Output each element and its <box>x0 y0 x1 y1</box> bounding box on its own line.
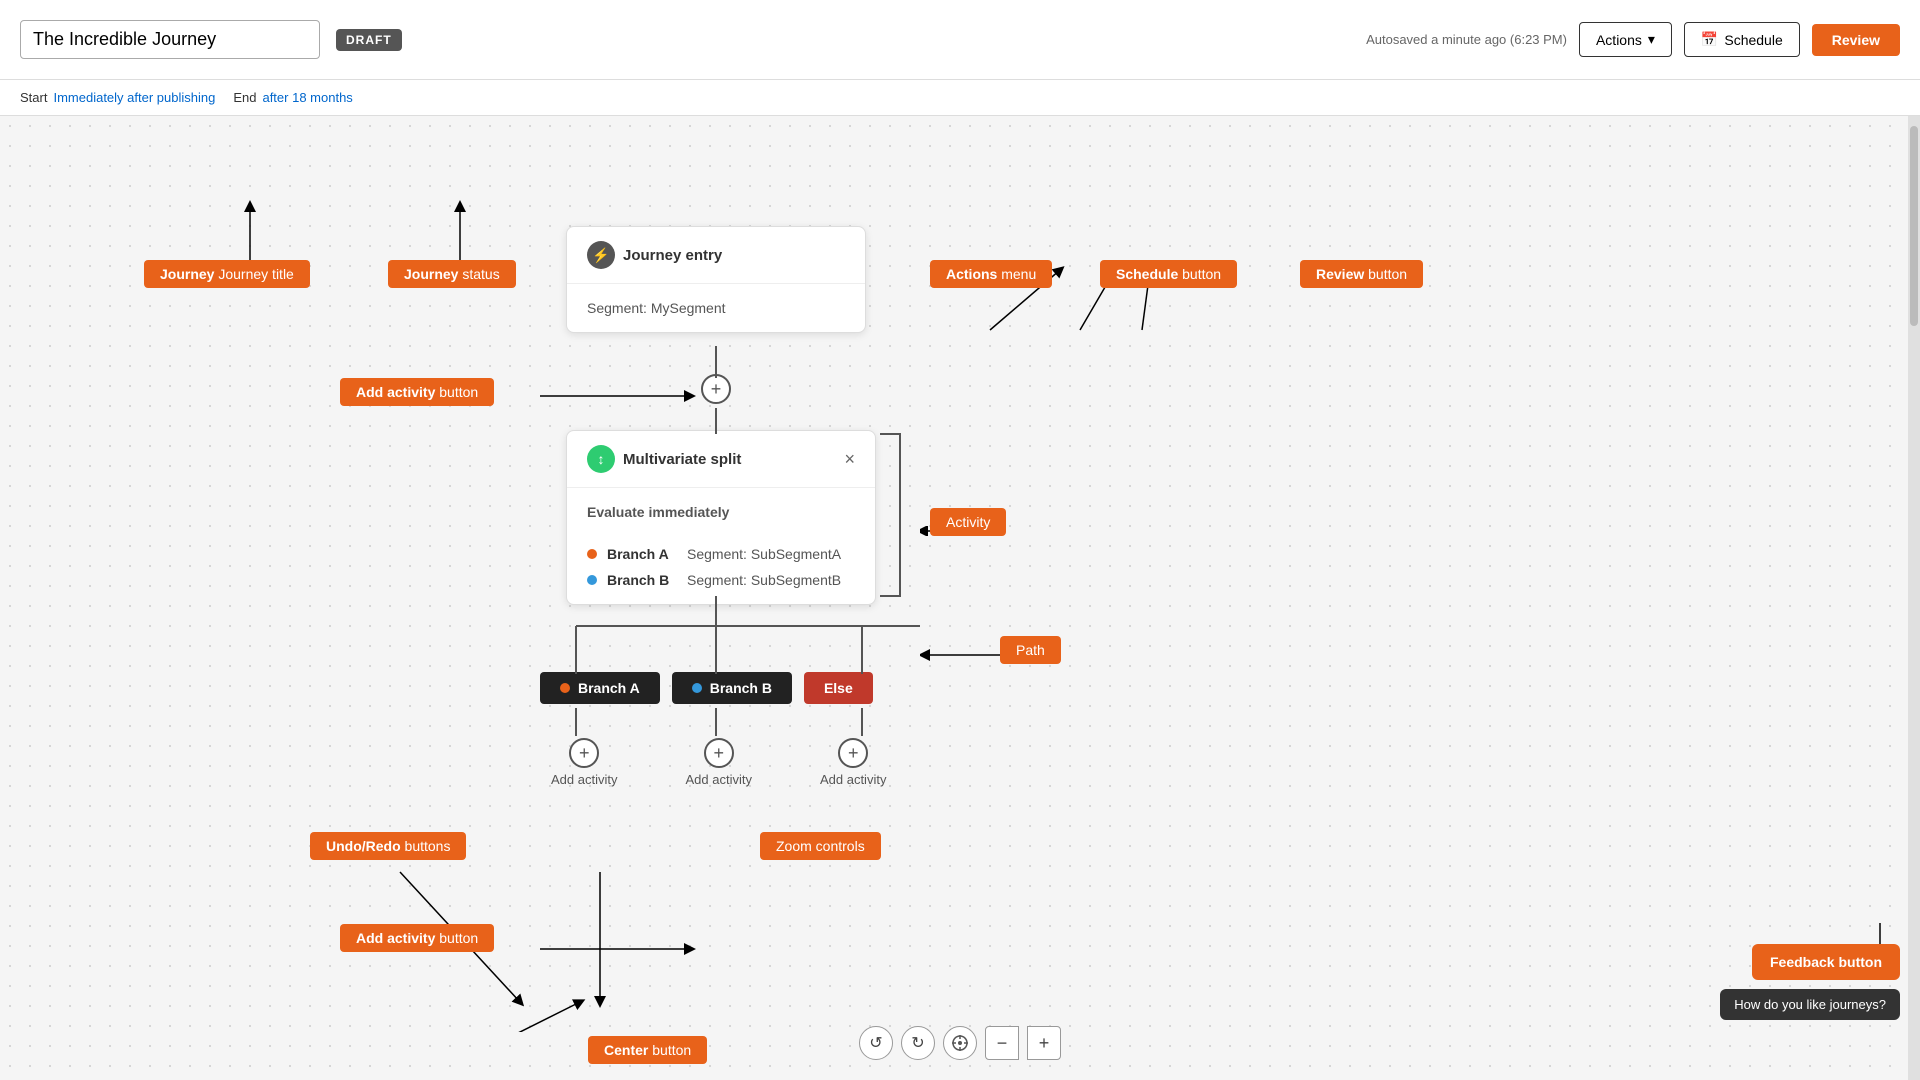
annotation-actions-menu: Actions menu <box>930 260 1052 288</box>
branch-b-dot <box>587 575 597 585</box>
journey-entry-segment: Segment: MySegment <box>587 300 726 316</box>
bottom-controls: ↺ ↻ − + <box>859 1026 1061 1060</box>
top-bar-right: Autosaved a minute ago (6:23 PM) Actions… <box>1366 22 1900 57</box>
branch-a-tag-label: Branch A <box>578 680 640 696</box>
add-activity-columns: + Add activity + Add activity + Add acti… <box>551 738 886 787</box>
add-activity-label-b: Add activity <box>685 772 751 787</box>
branch-b-segment: Segment: SubSegmentB <box>687 572 841 588</box>
branch-a-item: Branch A Segment: SubSegmentA <box>587 546 855 562</box>
feedback-button[interactable]: Feedback button <box>1752 944 1900 980</box>
annotation-path: Path <box>1000 636 1061 664</box>
zoom-minus-button[interactable]: − <box>985 1026 1019 1060</box>
branch-a-tag-dot <box>560 683 570 693</box>
feedback-tooltip: How do you like journeys? <box>1720 989 1900 1020</box>
center-icon <box>951 1034 969 1052</box>
annotation-journey-status: Journey status <box>388 260 516 288</box>
journey-entry-header: ⚡ Journey entry <box>567 227 865 284</box>
branch-a-segment: Segment: SubSegmentA <box>687 546 841 562</box>
add-col-a: + Add activity <box>551 738 617 787</box>
split-evaluate: Evaluate immediately <box>567 488 875 536</box>
annotation-schedule-button: Schedule button <box>1100 260 1237 288</box>
multivariate-split-card: ↕ Multivariate split × Evaluate immediat… <box>566 430 876 605</box>
end-label: End <box>233 90 256 105</box>
annotation-add-activity-1: Add activity button <box>340 924 494 952</box>
branch-b-tag-label: Branch B <box>710 680 772 696</box>
zoom-plus-button[interactable]: + <box>1027 1026 1061 1060</box>
add-activity-label-else: Add activity <box>820 772 886 787</box>
branch-else-tag[interactable]: Else <box>804 672 873 704</box>
journey-entry-icon: ⚡ <box>587 241 615 269</box>
add-activity-button-1[interactable]: + <box>701 374 731 404</box>
branch-b-tag-dot <box>692 683 702 693</box>
annotation-activity: Activity <box>930 508 1006 536</box>
redo-button[interactable]: ↻ <box>901 1026 935 1060</box>
add-activity-label-a: Add activity <box>551 772 617 787</box>
add-col-else: + Add activity <box>820 738 886 787</box>
review-button[interactable]: Review <box>1812 24 1900 56</box>
actions-menu-button[interactable]: Actions ▾ <box>1579 22 1672 57</box>
top-bar: DRAFT Autosaved a minute ago (6:23 PM) A… <box>0 0 1920 80</box>
scrollbar[interactable] <box>1908 116 1920 1080</box>
else-label: Else <box>824 680 853 696</box>
annotation-review-button: Review button <box>1300 260 1423 288</box>
evaluate-label: Evaluate immediately <box>587 504 729 520</box>
branch-a-tag[interactable]: Branch A <box>540 672 660 704</box>
journey-entry-card: ⚡ Journey entry Segment: MySegment <box>566 226 866 333</box>
journey-entry-title: Journey entry <box>623 247 722 264</box>
split-title: Multivariate split <box>623 451 741 468</box>
chevron-down-icon: ▾ <box>1648 31 1655 48</box>
start-link[interactable]: Immediately after publishing <box>53 90 215 105</box>
annotation-center-button: Center button <box>588 1036 707 1064</box>
add-activity-button-a[interactable]: + <box>569 738 599 768</box>
split-card-header: ↕ Multivariate split × <box>567 431 875 488</box>
add-circle-1[interactable]: + <box>701 374 731 404</box>
branch-b-tag[interactable]: Branch B <box>672 672 792 704</box>
scrollbar-thumb[interactable] <box>1910 126 1918 326</box>
journey-canvas: ⚡ Journey entry Segment: MySegment + ↕ M… <box>0 116 1920 1080</box>
journey-subheader: Start Immediately after publishing End a… <box>0 80 1920 116</box>
autosave-text: Autosaved a minute ago (6:23 PM) <box>1366 32 1567 47</box>
branch-a-name: Branch A <box>607 546 677 562</box>
add-col-b: + Add activity <box>685 738 751 787</box>
close-icon[interactable]: × <box>844 449 855 470</box>
add-activity-button-else[interactable]: + <box>838 738 868 768</box>
annotation-undo-redo: Undo/Redo buttons <box>310 832 466 860</box>
branch-b-name: Branch B <box>607 572 677 588</box>
add-activity-button-b[interactable]: + <box>704 738 734 768</box>
branch-a-dot <box>587 549 597 559</box>
schedule-button[interactable]: 📅 Schedule <box>1684 22 1800 57</box>
annotation-add-activity-2: Add activity button <box>340 378 494 406</box>
annotation-journey-title: Journey Journey title <box>144 260 310 288</box>
start-label: Start <box>20 90 47 105</box>
journey-entry-body: Segment: MySegment <box>567 284 865 332</box>
journey-title-input[interactable] <box>20 20 320 59</box>
annotation-zoom-controls: Zoom controls <box>760 832 881 860</box>
end-link[interactable]: after 18 months <box>262 90 352 105</box>
schedule-label: Schedule <box>1724 32 1782 48</box>
actions-label: Actions <box>1596 32 1642 48</box>
branch-b-item: Branch B Segment: SubSegmentB <box>587 572 855 588</box>
branch-list: Branch A Segment: SubSegmentA Branch B S… <box>567 546 875 604</box>
undo-button[interactable]: ↺ <box>859 1026 893 1060</box>
split-icon: ↕ <box>587 445 615 473</box>
draft-badge: DRAFT <box>336 29 402 51</box>
center-button[interactable] <box>943 1026 977 1060</box>
branch-tags: Branch A Branch B Else <box>540 672 873 704</box>
calendar-icon: 📅 <box>1701 31 1718 48</box>
